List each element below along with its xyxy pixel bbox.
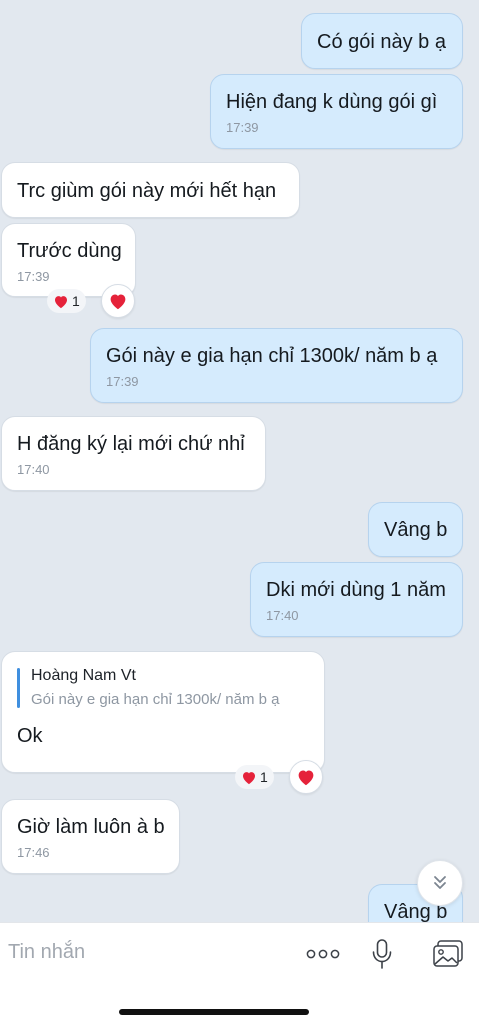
message-bubble-outgoing[interactable]: Vâng b [368,502,463,557]
message-bubble-outgoing[interactable]: Dki mới dùng 1 năm 17:40 [250,562,463,637]
heart-icon [243,771,255,784]
message-bubble-incoming-reply[interactable]: Hoàng Nam Vt Gói này e gia hạn chỉ 1300k… [1,651,325,773]
quoted-sender-name: Hoàng Nam Vt [31,667,136,684]
more-button[interactable] [303,937,343,971]
heart-icon [298,770,314,786]
message-text: Hiện đang k dùng gói gì [226,91,438,113]
reaction-count: 1 [72,293,80,309]
message-text: Giờ làm luôn à b [17,816,165,838]
heart-icon [110,294,126,310]
reaction-summary[interactable]: 1 [235,765,274,789]
reaction-summary[interactable]: 1 [47,289,86,313]
quoted-message[interactable]: Hoàng Nam Vt Gói này e gia hạn chỉ 1300k… [17,666,309,710]
add-reaction-button[interactable] [101,284,135,318]
message-bubble-outgoing[interactable]: Gói này e gia hạn chỉ 1300k/ năm b ạ 17:… [90,328,463,403]
message-text: Gói này e gia hạn chỉ 1300k/ năm b ạ [106,345,438,367]
message-bubble-outgoing[interactable]: Hiện đang k dùng gói gì 17:39 [210,74,463,149]
message-text: Ok [17,725,43,747]
message-text: Trước dùng [17,240,122,262]
message-time: 17:39 [106,374,139,389]
double-chevron-down-icon [434,876,446,889]
add-reaction-button[interactable] [289,760,323,794]
quoted-text: Gói này e gia hạn chỉ 1300k/ năm b ạ [31,691,280,708]
message-time: 17:40 [17,462,50,477]
reaction-count: 1 [260,769,268,785]
image-picker-button[interactable] [430,935,466,973]
message-text: Trc giùm gói này mới hết hạn [17,180,277,202]
home-indicator [119,1009,309,1015]
image-icon [433,940,463,967]
message-time: 17:40 [266,608,299,623]
message-bubble-incoming[interactable]: Giờ làm luôn à b 17:46 [1,799,180,874]
message-input-bar: Tin nhắn [0,922,479,1025]
message-text: H đăng ký lại mới chứ nhỉ [17,433,245,455]
chat-area[interactable]: Có gói này b ạ Hiện đang k dùng gói gì 1… [0,0,479,922]
more-icon [306,949,340,959]
scroll-to-bottom-button[interactable] [417,860,463,906]
microphone-icon [372,939,392,969]
message-bubble-incoming[interactable]: Trc giùm gói này mới hết hạn [1,162,300,218]
message-text: Vâng b [384,519,448,541]
message-bubble-outgoing[interactable]: Có gói này b ạ [301,13,463,69]
message-time: 17:39 [17,269,50,284]
heart-icon [55,295,67,308]
message-time: 17:39 [226,120,259,135]
message-bubble-incoming[interactable]: H đăng ký lại mới chứ nhỉ 17:40 [1,416,266,491]
voice-record-button[interactable] [366,935,398,973]
message-text: Có gói này b ạ [317,31,446,53]
message-text: Dki mới dùng 1 năm [266,579,446,601]
message-input[interactable]: Tin nhắn [8,941,85,964]
message-time: 17:46 [17,845,50,860]
